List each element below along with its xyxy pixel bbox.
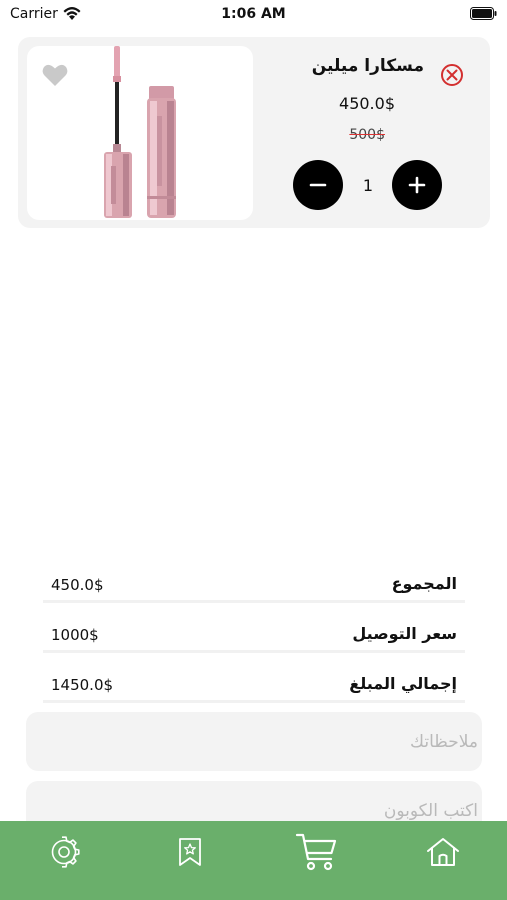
divider — [43, 650, 465, 653]
quantity-value: 1 — [362, 176, 374, 195]
clock: 1:06 AM — [221, 6, 286, 22]
product-name: مسكارا ميلين — [311, 56, 424, 76]
notes-field-container — [26, 712, 482, 771]
home-icon — [427, 838, 459, 866]
old-price-currency: $ — [376, 127, 385, 143]
decrease-quantity-button[interactable] — [293, 160, 343, 210]
notes-input[interactable] — [26, 712, 482, 771]
subtotal-row: المجموع 450.0$ — [43, 568, 465, 618]
delivery-value: 1000$ — [51, 626, 99, 644]
status-bar: Carrier 1:06 AM — [0, 0, 507, 30]
total-label: إجمالي المبلغ — [349, 674, 457, 693]
old-price-number: 500 — [349, 127, 377, 143]
nav-settings[interactable] — [24, 821, 104, 883]
divider — [43, 700, 465, 703]
bottom-nav — [0, 821, 507, 900]
total-row: إجمالي المبلغ 1450.0$ — [43, 668, 465, 718]
bookmark-star-icon — [179, 838, 201, 866]
minus-icon — [309, 183, 327, 187]
cart-icon — [295, 833, 337, 871]
total-value: 1450.0$ — [51, 676, 114, 694]
increase-quantity-button[interactable] — [392, 160, 442, 210]
product-old-price: 500$ — [349, 127, 385, 143]
divider — [43, 600, 465, 603]
nav-cart[interactable] — [277, 821, 357, 883]
cart-item-card: مسكارا ميلين 450.0$ 500$ 1 — [18, 37, 490, 228]
battery-icon — [470, 7, 497, 20]
nav-home[interactable] — [403, 821, 483, 883]
remove-item-icon[interactable] — [440, 63, 464, 87]
product-image[interactable] — [27, 46, 253, 220]
gear-icon — [51, 836, 80, 868]
delivery-row: سعر التوصيل 1000$ — [43, 618, 465, 668]
nav-saved[interactable] — [150, 821, 230, 883]
plus-icon — [408, 176, 426, 194]
delivery-label: سعر التوصيل — [352, 624, 457, 643]
subtotal-value: 450.0$ — [51, 576, 104, 594]
heart-icon[interactable] — [42, 63, 68, 87]
subtotal-label: المجموع — [391, 574, 457, 593]
product-price: 450.0$ — [339, 94, 395, 113]
mascara-image — [104, 46, 176, 218]
